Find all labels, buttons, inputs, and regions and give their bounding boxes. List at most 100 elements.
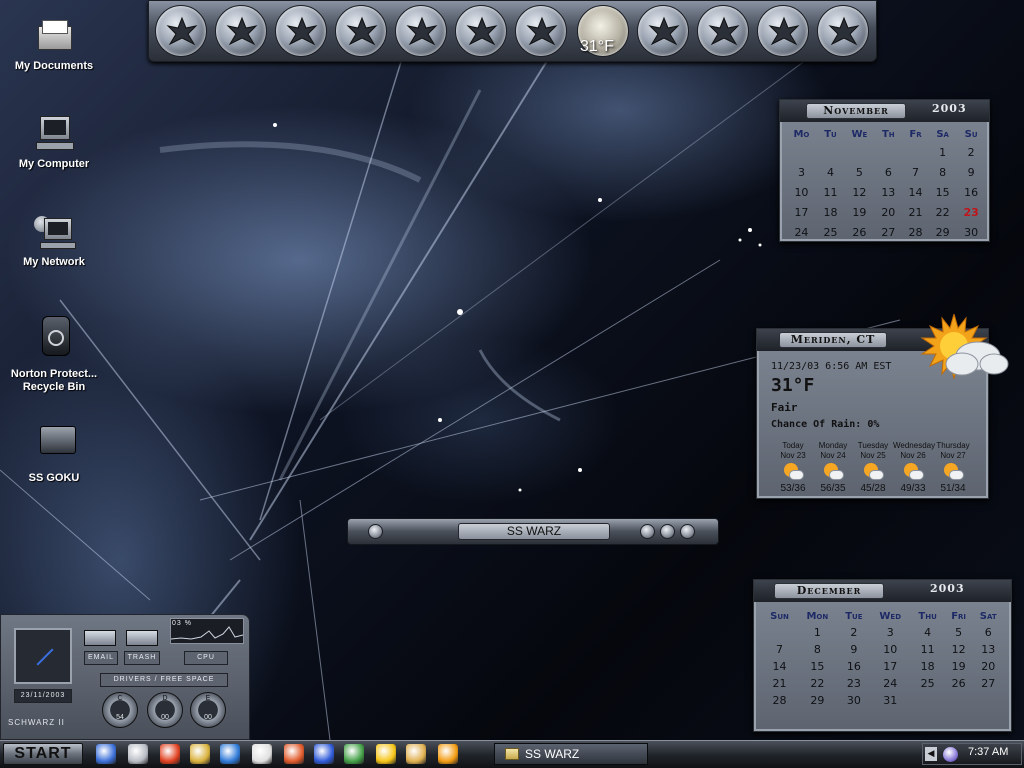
calendar-day[interactable]: 17 xyxy=(870,658,910,675)
quick-launch-camera-icon[interactable] xyxy=(128,744,148,764)
warz-left-knob[interactable] xyxy=(368,524,383,539)
calendar-day[interactable]: 31 xyxy=(870,692,910,709)
calendar-day[interactable]: 23 xyxy=(838,675,870,692)
calendar-day[interactable]: 20 xyxy=(972,658,1004,675)
calendar-day[interactable]: 22 xyxy=(797,675,838,692)
tray-arrow-icon[interactable]: ◀ xyxy=(925,747,937,761)
desktop-icon-my-computer[interactable]: My Computer xyxy=(0,114,108,171)
start-button[interactable]: START xyxy=(3,743,83,765)
warz-knob-3[interactable] xyxy=(680,524,695,539)
calendar-day[interactable]: 26 xyxy=(844,222,875,242)
email-button[interactable]: EMAIL xyxy=(84,651,118,665)
warz-knob-1[interactable] xyxy=(640,524,655,539)
desktop-icon-recycle-bin[interactable]: Norton Protect... Recycle Bin xyxy=(0,316,108,394)
calendar-day[interactable]: 27 xyxy=(875,222,902,242)
quick-launch-windows-icon[interactable] xyxy=(252,744,272,764)
calendar-day[interactable]: 19 xyxy=(844,202,875,222)
dock-button-tribal-6[interactable] xyxy=(455,5,507,57)
ss-warz-bar[interactable]: SS WARZ xyxy=(347,518,719,545)
quick-launch-pictures-icon[interactable] xyxy=(284,744,304,764)
calendar-day[interactable]: 6 xyxy=(875,162,902,182)
calendar-day[interactable]: 6 xyxy=(972,624,1004,641)
calendar-day[interactable]: 3 xyxy=(786,162,817,182)
calendar-day[interactable]: 14 xyxy=(902,182,929,202)
calendar-day[interactable]: 2 xyxy=(838,624,870,641)
calendar-day[interactable]: 8 xyxy=(797,641,838,658)
calendar-day[interactable]: 2 xyxy=(956,142,986,162)
calendar-day[interactable]: 25 xyxy=(817,222,844,242)
calendar-day[interactable]: 4 xyxy=(910,624,944,641)
cpu-button[interactable]: CPU xyxy=(184,651,228,665)
email-led[interactable] xyxy=(84,630,116,646)
dock-button-weather-orb[interactable]: 31°F xyxy=(577,5,629,57)
calendar-day[interactable]: 28 xyxy=(902,222,929,242)
calendar-day[interactable]: 9 xyxy=(838,641,870,658)
dock-button-tribal-1[interactable] xyxy=(155,5,207,57)
calendar-day[interactable]: 25 xyxy=(910,675,944,692)
quick-launch-flash-icon[interactable] xyxy=(406,744,426,764)
calendar-day[interactable]: 9 xyxy=(956,162,986,182)
calendar-day[interactable]: 10 xyxy=(786,182,817,202)
calendar-day[interactable]: 16 xyxy=(956,182,986,202)
dock-button-scorpion-10[interactable] xyxy=(697,5,749,57)
dock-button-tribal-2[interactable] xyxy=(215,5,267,57)
calendar-day[interactable]: 1 xyxy=(797,624,838,641)
calendar-day[interactable]: 19 xyxy=(945,658,973,675)
calendar-day[interactable]: 11 xyxy=(817,182,844,202)
dock-button-tribal-3[interactable] xyxy=(275,5,327,57)
calendar-day[interactable]: 28 xyxy=(762,692,797,709)
calendar-day[interactable]: 21 xyxy=(762,675,797,692)
quick-launch-smiley-icon[interactable] xyxy=(160,744,180,764)
desktop-icon-my-network[interactable]: My Network xyxy=(0,212,108,269)
quick-launch-ie-icon[interactable] xyxy=(96,744,116,764)
calendar-day[interactable]: 15 xyxy=(797,658,838,675)
quick-launch-media-icon[interactable] xyxy=(314,744,334,764)
desktop-icon-ss-goku[interactable]: SS GOKU xyxy=(0,420,108,485)
calendar-day[interactable]: 5 xyxy=(945,624,973,641)
calendar-day[interactable]: 13 xyxy=(875,182,902,202)
calendar-day[interactable]: 17 xyxy=(786,202,817,222)
dock-button-tribal-4[interactable] xyxy=(335,5,387,57)
quick-launch-chrome-icon[interactable] xyxy=(344,744,364,764)
desktop-icon-my-documents[interactable]: My Documents xyxy=(0,16,108,73)
calendar-day[interactable]: 7 xyxy=(762,641,797,658)
calendar-day[interactable]: 23 xyxy=(956,202,986,222)
calendar-day[interactable]: 7 xyxy=(902,162,929,182)
calendar-day[interactable]: 18 xyxy=(910,658,944,675)
tray-globe-icon[interactable] xyxy=(943,747,958,762)
calendar-day[interactable]: 16 xyxy=(838,658,870,675)
calendar-day[interactable]: 12 xyxy=(844,182,875,202)
calendar-day[interactable]: 5 xyxy=(844,162,875,182)
trash-led[interactable] xyxy=(126,630,158,646)
calendar-day[interactable]: 22 xyxy=(929,202,956,222)
calendar-day[interactable]: 1 xyxy=(929,142,956,162)
calendar-day[interactable]: 30 xyxy=(956,222,986,242)
calendar-day[interactable]: 29 xyxy=(929,222,956,242)
trash-button[interactable]: TRASH xyxy=(124,651,160,665)
quick-launch-outlook-icon[interactable] xyxy=(220,744,240,764)
calendar-day[interactable]: 30 xyxy=(838,692,870,709)
dock-button-dragon-11[interactable] xyxy=(757,5,809,57)
dock-button-tribal-5[interactable] xyxy=(395,5,447,57)
calendar-day[interactable]: 12 xyxy=(945,641,973,658)
taskbar-clock[interactable]: 7:37 AM xyxy=(968,746,1008,758)
calendar-day[interactable]: 4 xyxy=(817,162,844,182)
quick-launch-folder-icon[interactable] xyxy=(376,744,396,764)
calendar-day[interactable]: 21 xyxy=(902,202,929,222)
calendar-day[interactable]: 15 xyxy=(929,182,956,202)
calendar-day[interactable]: 3 xyxy=(870,624,910,641)
calendar-day[interactable]: 14 xyxy=(762,658,797,675)
calendar-day[interactable]: 20 xyxy=(875,202,902,222)
calendar-day[interactable]: 8 xyxy=(929,162,956,182)
calendar-day[interactable]: 24 xyxy=(786,222,817,242)
taskbar-item-ss-warz[interactable]: SS WARZ xyxy=(494,743,648,765)
calendar-day[interactable]: 13 xyxy=(972,641,1004,658)
calendar-day[interactable]: 11 xyxy=(910,641,944,658)
dock-button-tribal-9[interactable] xyxy=(637,5,689,57)
dock-button-dragon-7[interactable] xyxy=(515,5,567,57)
calendar-day[interactable]: 26 xyxy=(945,675,973,692)
calendar-day[interactable]: 27 xyxy=(972,675,1004,692)
calendar-day[interactable]: 29 xyxy=(797,692,838,709)
quick-launch-winamp-icon[interactable] xyxy=(438,744,458,764)
dock-button-dragon-12[interactable] xyxy=(817,5,869,57)
